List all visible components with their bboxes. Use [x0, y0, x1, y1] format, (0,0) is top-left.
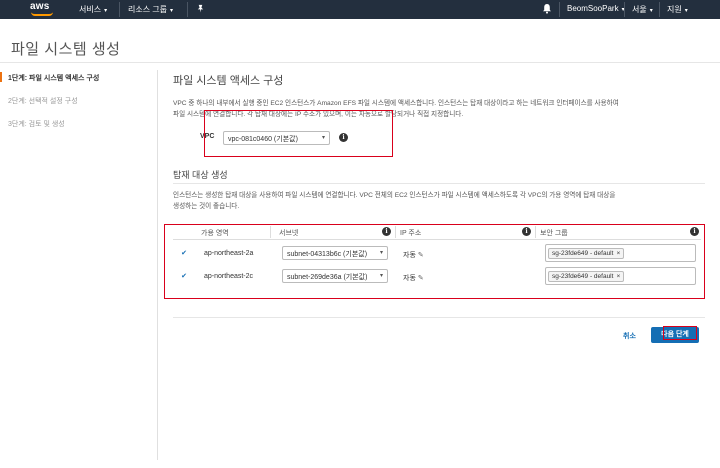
mount-description-line: 생성하는 것이 좋습니다. — [173, 203, 240, 210]
divider — [0, 62, 720, 63]
highlight-box — [164, 224, 705, 299]
chevron-down-icon: ▾ — [684, 8, 688, 14]
services-menu-label: 서비스 — [79, 5, 102, 14]
bell-icon[interactable] — [542, 3, 552, 14]
mount-targets-title: 탑재 대상 생성 — [173, 170, 228, 180]
divider — [173, 183, 705, 184]
nav-divider — [559, 2, 560, 17]
aws-logo-text: aws — [30, 1, 50, 12]
highlight-box — [663, 326, 697, 340]
user-menu[interactable]: BeomSooPark▾ — [567, 4, 625, 13]
nav-divider — [187, 2, 188, 17]
nav-divider — [119, 2, 120, 17]
mount-description: 인스턴스는 생성한 탑재 대상을 사용하여 파일 시스템에 연결합니다. VPC… — [173, 190, 703, 212]
services-menu[interactable]: 서비스 ▾ — [79, 4, 107, 15]
region-menu[interactable]: 서울 ▾ — [632, 4, 653, 15]
region-label: 서울 — [632, 5, 647, 14]
step-3[interactable]: 3단계: 검토 및 생성 — [8, 119, 148, 129]
section-title: 파일 시스템 액세스 구성 — [173, 75, 284, 87]
support-menu[interactable]: 지원 ▾ — [667, 4, 688, 15]
resource-groups-menu[interactable]: 리소스 그룹 ▾ — [128, 4, 173, 15]
step-2[interactable]: 2단계: 선택적 설정 구성 — [8, 96, 148, 106]
top-navigation-bar: aws 서비스▾ 리소스 그룹▾ BeomSooPark▾ 서울▾ 지원▾ — [0, 0, 720, 19]
divider — [173, 317, 705, 318]
chevron-down-icon: ▾ — [170, 8, 174, 14]
aws-logo[interactable]: aws — [30, 1, 56, 17]
step-1[interactable]: 1단계: 파일 시스템 액세스 구성 — [8, 73, 148, 83]
wizard-steps: 1단계: 파일 시스템 액세스 구성 2단계: 선택적 설정 구성 3단계: 검… — [8, 73, 148, 142]
cancel-link[interactable]: 취소 — [623, 331, 636, 341]
nav-divider — [624, 2, 625, 17]
aws-smile-icon — [31, 12, 53, 16]
support-label: 지원 — [667, 5, 682, 14]
chevron-down-icon: ▾ — [649, 8, 653, 14]
access-description-line: VPC 중 하나의 내부에서 실행 중인 EC2 인스턴스가 Amazon EF… — [173, 100, 619, 107]
page-title: 파일 시스템 생성 — [11, 41, 121, 58]
sidebar-divider — [157, 70, 158, 460]
chevron-down-icon: ▾ — [104, 8, 108, 14]
user-name: BeomSooPark — [567, 4, 619, 13]
nav-divider — [659, 2, 660, 17]
mount-description-line: 인스턴스는 생성한 탑재 대상을 사용하여 파일 시스템에 연결합니다. VPC… — [173, 192, 616, 199]
pin-icon[interactable] — [196, 4, 205, 15]
highlight-box — [204, 110, 393, 157]
resource-groups-menu-label: 리소스 그룹 — [128, 5, 168, 14]
